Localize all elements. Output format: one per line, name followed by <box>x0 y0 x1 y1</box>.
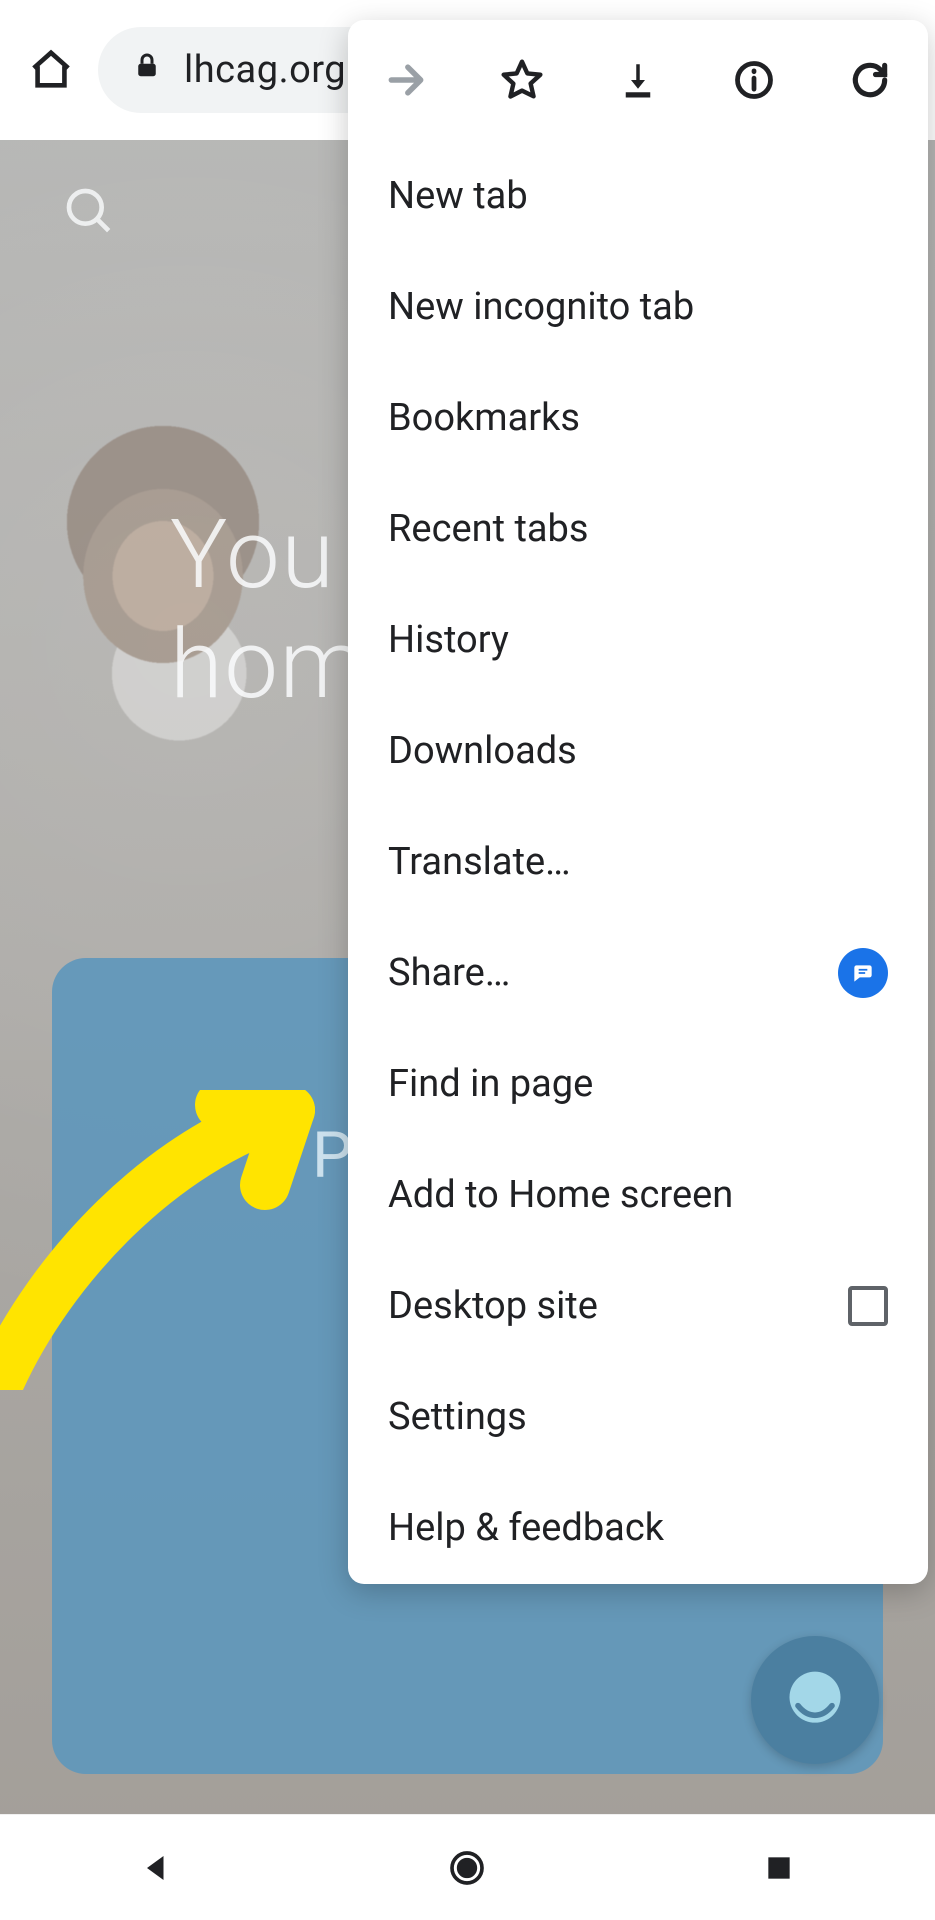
info-icon <box>732 58 776 102</box>
home-circle-icon <box>447 1848 487 1888</box>
search-icon[interactable] <box>62 184 118 244</box>
nav-home-button[interactable] <box>441 1842 493 1894</box>
lock-icon <box>132 48 162 92</box>
android-navbar <box>0 1814 935 1920</box>
reload-button[interactable] <box>843 53 897 107</box>
menu-item-label: Downloads <box>388 729 888 773</box>
menu-item-label: Desktop site <box>388 1284 848 1328</box>
menu-item-help-feedback[interactable]: Help & feedback <box>348 1472 928 1583</box>
menu-item-recent-tabs[interactable]: Recent tabs <box>348 473 928 584</box>
menu-item-label: New tab <box>388 174 888 218</box>
menu-item-label: Help & feedback <box>388 1506 888 1550</box>
info-button[interactable] <box>727 53 781 107</box>
home-button[interactable] <box>24 43 78 97</box>
menu-item-find-in-page[interactable]: Find in page <box>348 1028 928 1139</box>
nav-back-button[interactable] <box>130 1842 182 1894</box>
menu-item-label: Bookmarks <box>388 396 888 440</box>
menu-item-translate[interactable]: Translate… <box>348 806 928 917</box>
bookmark-button[interactable] <box>495 53 549 107</box>
menu-item-downloads[interactable]: Downloads <box>348 695 928 806</box>
menu-item-add-to-home-screen[interactable]: Add to Home screen <box>348 1139 928 1250</box>
menu-item-label: History <box>388 618 888 662</box>
share-app-icon <box>838 948 888 998</box>
chat-icon <box>781 1666 849 1734</box>
menu-item-bookmarks[interactable]: Bookmarks <box>348 362 928 473</box>
square-icon <box>763 1852 795 1884</box>
chat-button[interactable] <box>751 1636 879 1764</box>
nav-recents-button[interactable] <box>753 1842 805 1894</box>
menu-item-new-tab[interactable]: New tab <box>348 140 928 251</box>
star-icon <box>500 58 544 102</box>
menu-item-new-incognito-tab[interactable]: New incognito tab <box>348 251 928 362</box>
menu-item-label: New incognito tab <box>388 285 888 329</box>
card-letter: P <box>312 1118 352 1193</box>
menu-item-label: Recent tabs <box>388 507 888 551</box>
menu-item-history[interactable]: History <box>348 584 928 695</box>
hero-headline: You hom <box>170 500 366 721</box>
back-triangle-icon <box>138 1850 174 1886</box>
reload-icon <box>848 58 892 102</box>
menu-items-list: New tab New incognito tab Bookmarks Rece… <box>348 140 928 1583</box>
forward-button[interactable] <box>379 53 433 107</box>
url-text: lhcag.org <box>184 48 346 92</box>
hero-line-2: hom <box>170 609 366 721</box>
menu-item-settings[interactable]: Settings <box>348 1361 928 1472</box>
menu-item-label: Settings <box>388 1395 888 1439</box>
forward-icon <box>384 58 428 102</box>
menu-item-label: Share… <box>388 951 838 995</box>
desktop-site-checkbox[interactable] <box>848 1286 888 1326</box>
hero-line-1: You <box>170 499 336 611</box>
menu-item-share[interactable]: Share… <box>348 917 928 1028</box>
menu-icon-row <box>348 20 928 140</box>
menu-item-label: Find in page <box>388 1062 888 1106</box>
menu-item-desktop-site[interactable]: Desktop site <box>348 1250 928 1361</box>
download-button[interactable] <box>611 53 665 107</box>
home-icon <box>28 47 74 93</box>
download-icon <box>617 59 659 101</box>
menu-item-label: Add to Home screen <box>388 1173 888 1217</box>
browser-overflow-menu: New tab New incognito tab Bookmarks Rece… <box>348 20 928 1584</box>
menu-item-label: Translate… <box>388 840 888 884</box>
